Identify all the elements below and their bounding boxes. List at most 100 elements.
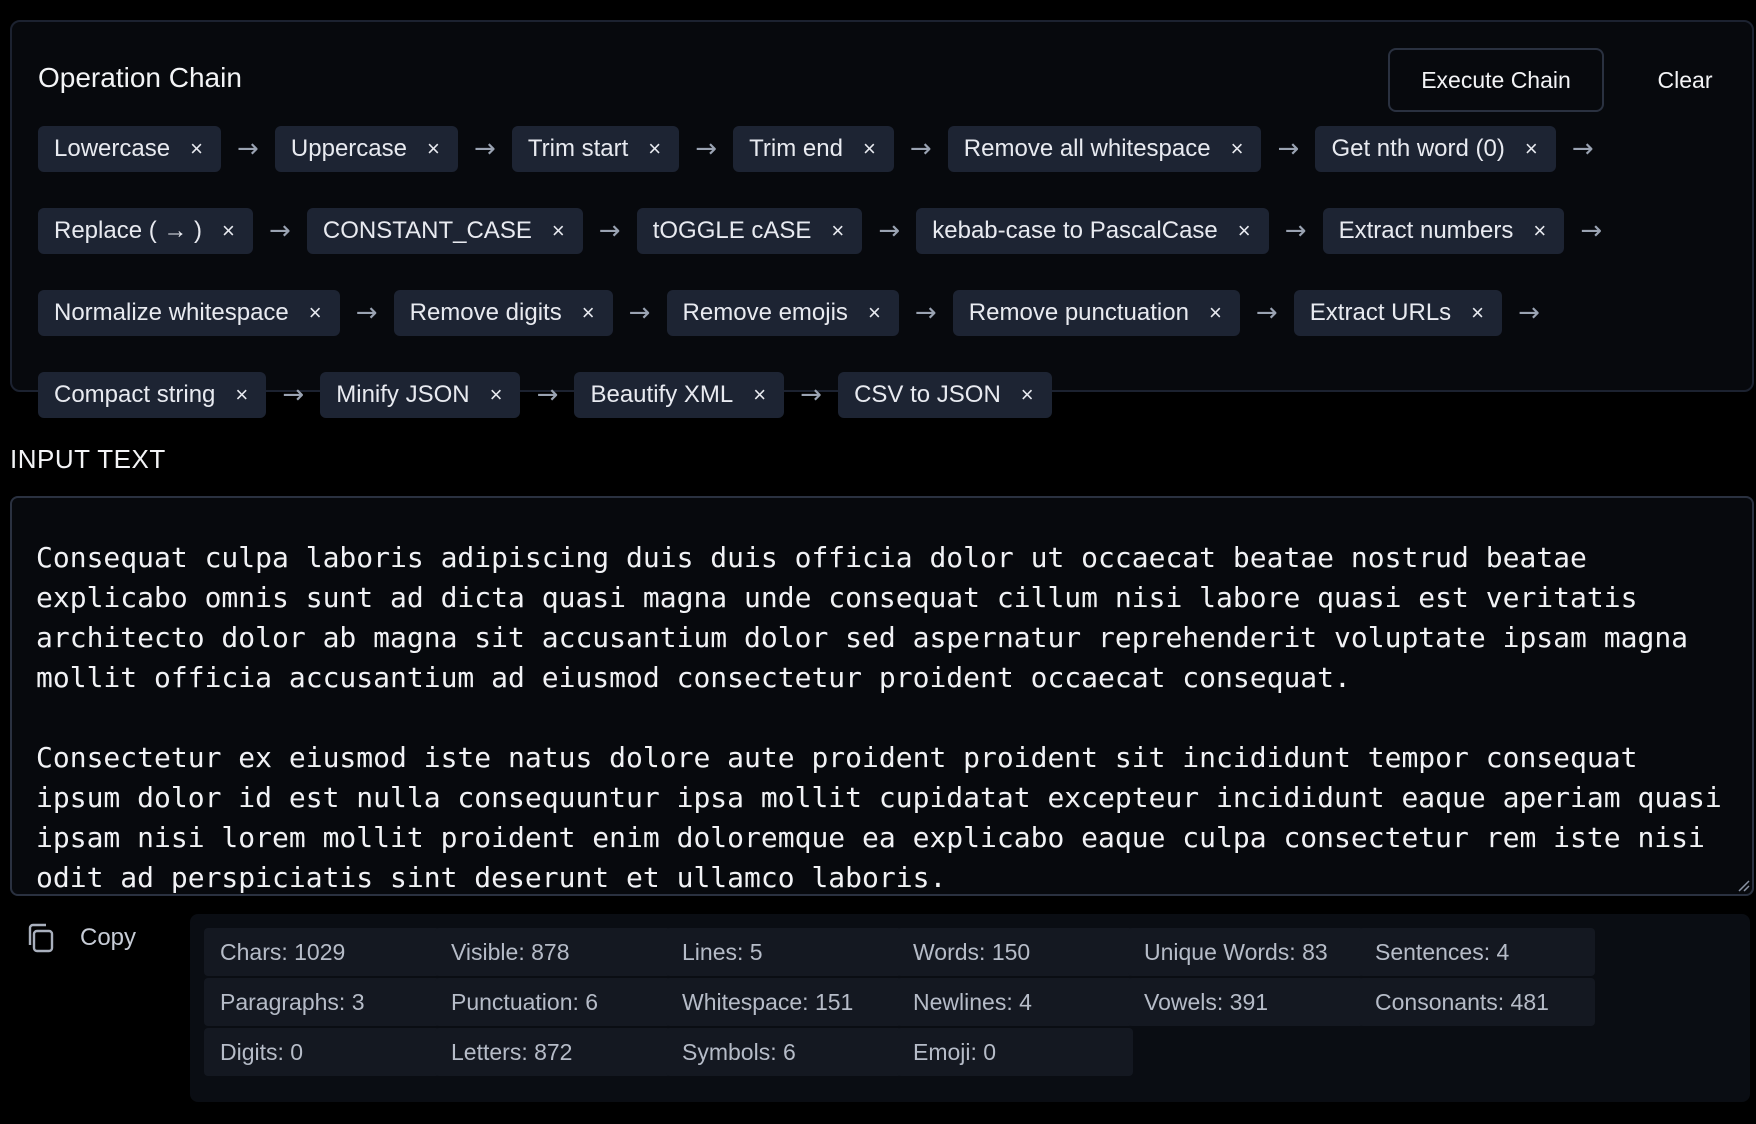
panel-title: Operation Chain [38,62,242,93]
chain-arrow-icon: → [1571,134,1594,164]
chain-arrow-icon: → [628,298,651,328]
stat-item: Symbols: 6 [666,1028,902,1076]
remove-operation-icon[interactable]: × [753,384,766,406]
remove-operation-icon[interactable]: × [1231,138,1244,160]
stat-item: Digits: 0 [204,1028,440,1076]
chain-arrow-icon: → [909,134,932,164]
operation-chip[interactable]: Compact string × [38,372,267,418]
operation-label: Get nth word (0) [1331,135,1505,162]
stat-item: Newlines: 4 [897,978,1133,1026]
operation-chip[interactable]: CSV to JSON × [838,372,1052,418]
text-stats-panel: Chars: 1029 Visible: 878 Lines: 5 Words: 15… [190,914,1750,1102]
operation-chain: Lowercase × → Uppercase × → Trim start × → Trim e… [38,126,1738,418]
operation-chip[interactable]: kebab-case to PascalCase × [916,208,1269,254]
operation-chip[interactable]: Extract URLs × [1293,290,1503,336]
remove-operation-icon[interactable]: × [1238,220,1251,242]
operation-chip[interactable]: Remove all whitespace × [947,126,1262,172]
operation-label: Uppercase [290,135,407,162]
stat-item: Emoji: 0 [897,1028,1133,1076]
remove-operation-icon[interactable]: × [235,384,248,406]
remove-operation-icon[interactable]: × [582,302,595,324]
copy-button[interactable]: Copy [24,916,136,960]
execute-chain-button[interactable]: Execute Chain [1388,48,1604,112]
operation-label: tOGGLE cASE [652,217,812,244]
operation-label: CSV to JSON [854,381,1001,408]
operation-label: kebab-case to PascalCase [932,217,1218,244]
remove-operation-icon[interactable]: × [552,220,565,242]
copy-icon [28,923,54,953]
remove-operation-icon[interactable]: × [863,138,876,160]
operation-label: Trim end [749,135,843,162]
chain-arrow-icon: → [1255,298,1278,328]
stat-item: Lines: 5 [666,928,902,976]
operation-label: Remove punctuation [968,299,1189,326]
operation-chip[interactable]: Remove digits × [393,290,613,336]
operation-label: Remove emojis [682,299,848,326]
operation-label: Trim start [527,135,629,162]
copy-label: Copy [80,924,137,951]
remove-operation-icon[interactable]: × [1471,302,1484,324]
remove-operation-icon[interactable]: × [1525,138,1538,160]
operation-chip[interactable]: tOGGLE cASE × [636,208,863,254]
remove-operation-icon[interactable]: × [190,138,203,160]
chain-arrow-icon: → [1518,298,1540,328]
stat-item: Words: 150 [897,928,1133,976]
remove-operation-icon[interactable]: × [309,302,322,324]
stat-item: Unique Words: 83 [1128,928,1364,976]
operation-chip[interactable]: Trim start × [511,126,680,172]
chain-arrow-icon: → [914,298,937,328]
operation-chip[interactable]: Minify JSON × [320,372,521,418]
remove-operation-icon[interactable]: × [831,220,844,242]
input-textarea[interactable]: Consequat culpa laboris adipiscing duis … [10,496,1754,896]
stat-item: Punctuation: 6 [435,978,671,1026]
remove-operation-icon[interactable]: × [868,302,881,324]
chain-arrow-icon: → [695,134,718,164]
operation-chip[interactable]: Remove punctuation × [952,290,1240,336]
remove-operation-icon[interactable]: × [1533,220,1546,242]
operation-chip[interactable]: Beautify XML × [574,372,785,418]
chain-arrow-icon: → [800,380,822,410]
chain-arrow-icon: → [536,380,559,410]
input-text-value[interactable]: Consequat culpa laboris adipiscing duis … [36,538,1736,894]
stat-item: Sentences: 4 [1359,928,1595,976]
chain-arrow-icon: → [1580,216,1603,246]
operation-label: Extract numbers [1338,217,1514,244]
remove-operation-icon[interactable]: × [1209,302,1222,324]
chain-arrow-icon: → [269,216,291,246]
chain-arrow-icon: → [282,380,305,410]
operation-chain-panel: Operation Chain Execute Chain Clear Lowe… [10,20,1754,418]
stat-item: Consonants: 481 [1359,978,1595,1026]
operation-chip[interactable]: Get nth word (0) × [1315,126,1556,172]
remove-operation-icon[interactable]: × [490,384,503,406]
chain-arrow-icon: → [355,298,378,328]
stat-item: Letters: 872 [435,1028,671,1076]
input-text-label: INPUT TEXT [10,444,166,474]
operation-chip[interactable]: Lowercase × [38,126,221,172]
operation-chip[interactable]: Remove emojis × [666,290,899,336]
operation-label: Compact string [54,381,216,408]
chain-arrow-icon: → [237,134,259,164]
operation-label: CONSTANT_CASE [322,217,532,244]
stat-item: Chars: 1029 [204,928,440,976]
clear-button[interactable]: Clear [1630,48,1740,112]
operation-label: Remove all whitespace [963,135,1211,162]
operation-chip[interactable]: CONSTANT_CASE × [306,208,583,254]
operation-chip[interactable]: Uppercase × [274,126,458,172]
stat-item: Visible: 878 [435,928,671,976]
remove-operation-icon[interactable]: × [427,138,440,160]
operation-label: Extract URLs [1309,299,1452,326]
operation-chip[interactable]: Replace ( → ) × [38,208,253,254]
operation-chip[interactable]: Normalize whitespace × [38,290,340,336]
chain-arrow-icon: → [1284,216,1307,246]
operation-label: Normalize whitespace [54,299,289,326]
stat-item: Vowels: 391 [1128,978,1364,1026]
remove-operation-icon[interactable]: × [1021,384,1034,406]
stat-item: Whitespace: 151 [666,978,902,1026]
remove-operation-icon[interactable]: × [222,220,235,242]
remove-operation-icon[interactable]: × [648,138,661,160]
operation-chip[interactable]: Trim end × [733,126,894,172]
operation-label: Beautify XML [590,381,734,408]
resize-handle-icon[interactable] [1736,878,1750,892]
operation-label: Lowercase [54,135,171,162]
operation-chip[interactable]: Extract numbers × [1322,208,1565,254]
